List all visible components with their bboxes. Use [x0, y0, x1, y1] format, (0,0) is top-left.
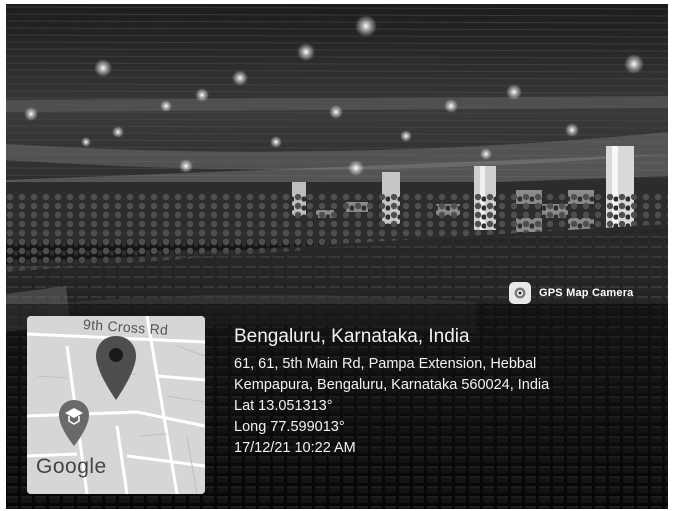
- app-badge-label: GPS Map Camera: [539, 287, 634, 299]
- school-pin-icon: [59, 400, 89, 446]
- location-info: Bengaluru, Karnataka, India 61, 61, 5th …: [234, 322, 549, 459]
- app-badge: GPS Map Camera: [509, 280, 634, 306]
- longitude: Long 77.599013°: [234, 419, 345, 435]
- map-brand-logo: Google: [36, 455, 107, 478]
- timestamp: 17/12/21 10:22 AM: [234, 440, 356, 456]
- latitude: Lat 13.051313°: [234, 398, 333, 414]
- map-thumbnail: 9th Cross Rd Google: [27, 316, 205, 494]
- location-title: Bengaluru, Karnataka, India: [234, 326, 470, 347]
- camera-icon: [509, 282, 531, 304]
- address-line-2: Kempapura, Bengaluru, Karnataka 560024, …: [234, 377, 550, 393]
- address-line-1: 61, 61, 5th Main Rd, Pampa Extension, He…: [234, 356, 537, 372]
- location-pin-icon: [96, 336, 136, 400]
